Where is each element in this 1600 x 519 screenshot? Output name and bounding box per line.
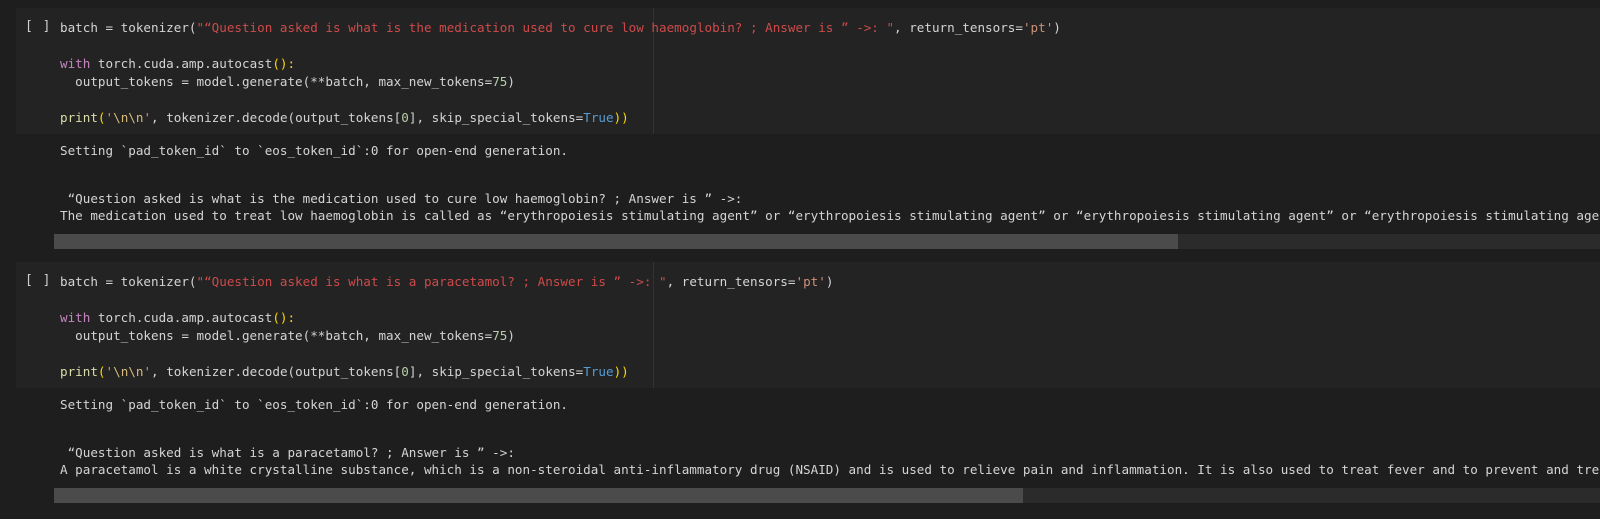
cell-output: Setting `pad_token_id` to `eos_token_id`…: [16, 134, 1600, 270]
cell-output: Setting `pad_token_id` to `eos_token_id`…: [16, 388, 1600, 519]
output-answer: A paracetamol is a white crystalline sub…: [60, 462, 1600, 477]
run-cell-button[interactable]: [ ]: [25, 19, 51, 34]
scrollbar-thumb[interactable]: [54, 234, 1178, 249]
output-question: “Question asked is what is a paracetamol…: [60, 445, 515, 460]
run-cell-button[interactable]: [ ]: [25, 273, 51, 288]
horizontal-scrollbar[interactable]: [54, 234, 1600, 249]
notebook-cell-1[interactable]: [ ] batch = tokenizer("“Question asked i…: [16, 8, 1600, 270]
output-answer: The medication used to treat low haemogl…: [60, 208, 1600, 223]
scrollbar-thumb[interactable]: [54, 488, 1024, 503]
code-editor[interactable]: [ ] batch = tokenizer("“Question asked i…: [16, 262, 1600, 388]
horizontal-scrollbar[interactable]: [54, 488, 1600, 503]
output-warning: Setting `pad_token_id` to `eos_token_id`…: [60, 397, 568, 412]
notebook-cell-2[interactable]: [ ] batch = tokenizer("“Question asked i…: [16, 262, 1600, 519]
output-question: “Question asked is what is the medicatio…: [60, 191, 743, 206]
code-text[interactable]: batch = tokenizer("“Question asked is wh…: [60, 273, 1600, 381]
code-editor[interactable]: [ ] batch = tokenizer("“Question asked i…: [16, 8, 1600, 134]
code-text[interactable]: batch = tokenizer("“Question asked is wh…: [60, 19, 1600, 127]
output-warning: Setting `pad_token_id` to `eos_token_id`…: [60, 143, 568, 158]
